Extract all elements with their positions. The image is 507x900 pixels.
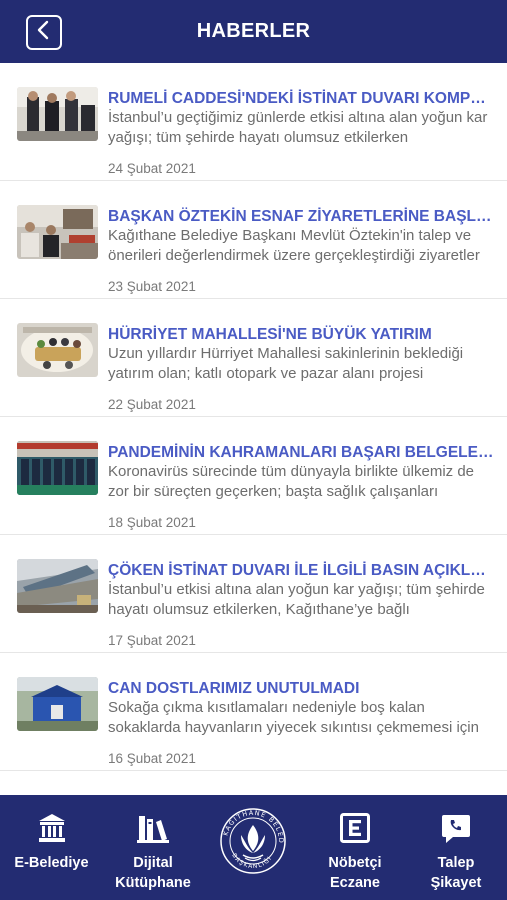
news-date: 18 Şubat 2021 (108, 515, 196, 530)
news-summary: Koronavirüs sürecinde tüm dünyayla birli… (108, 463, 475, 500)
news-text: HÜRRİYET MAHALLESİ'NE BÜYÜK YATIRIM Uzun… (108, 325, 494, 413)
bank-building-icon (38, 813, 66, 848)
books-icon (137, 813, 169, 848)
news-item[interactable]: RUMELİ CADDESİ'NDEKİ İSTİNAT DUVARI KOMP… (0, 63, 507, 181)
news-item[interactable]: ÇÖKEN İSTİNAT DUVARI İLE İLGİLİ BASIN AÇ… (0, 535, 507, 653)
news-text: CAN DOSTLARIMIZ UNUTULMADI Sokağa çıkma … (108, 679, 494, 767)
news-thumbnail (17, 323, 98, 377)
news-thumbnail (17, 559, 98, 613)
news-thumbnail (17, 677, 98, 731)
news-date: 16 Şubat 2021 (108, 751, 196, 766)
news-text: BAŞKAN ÖZTEKİN ESNAF ZİYARETLERİNE BAŞLA… (108, 207, 494, 295)
nav-nobetci-eczane[interactable]: Nöbetçi Eczane (305, 795, 405, 900)
news-summary: Sokağa çıkma kısıtlamaları nedeniyle boş… (108, 699, 479, 736)
back-button[interactable] (26, 15, 62, 50)
news-title: PANDEMİNİN KAHRAMANLARI BAŞARI BELGELERİ… (108, 444, 494, 461)
news-date: 23 Şubat 2021 (108, 279, 196, 294)
news-title: BAŞKAN ÖZTEKİN ESNAF ZİYARETLERİNE BAŞLA… (108, 208, 494, 225)
nav-label: Nöbetçi Eczane (328, 855, 382, 891)
news-thumbnail (17, 87, 98, 141)
news-summary: Uzun yıllardır Hürriyet Mahallesi sakinl… (108, 345, 464, 382)
phone-chat-icon (441, 813, 471, 850)
svg-text:BAŞKANLIĞI: BAŞKANLIĞI (230, 852, 273, 870)
news-date: 17 Şubat 2021 (108, 633, 196, 648)
news-title: RUMELİ CADDESİ'NDEKİ İSTİNAT DUVARI KOMP… (108, 90, 494, 107)
nav-label: Talep Şikayet (430, 855, 482, 891)
news-date: 22 Şubat 2021 (108, 397, 196, 412)
news-date: 24 Şubat 2021 (108, 161, 196, 176)
news-thumbnail (17, 441, 98, 495)
news-item[interactable]: HÜRRİYET MAHALLESİ'NE BÜYÜK YATIRIM Uzun… (0, 299, 507, 417)
news-title: CAN DOSTLARIMIZ UNUTULMADI (108, 680, 360, 697)
news-item[interactable]: BAŞKAN ÖZTEKİN ESNAF ZİYARETLERİNE BAŞLA… (0, 181, 507, 299)
news-text: ÇÖKEN İSTİNAT DUVARI İLE İLGİLİ BASIN AÇ… (108, 561, 494, 649)
news-list: RUMELİ CADDESİ'NDEKİ İSTİNAT DUVARI KOMP… (0, 63, 507, 795)
news-item[interactable]: CAN DOSTLARIMIZ UNUTULMADI Sokağa çıkma … (0, 653, 507, 771)
municipality-logo-icon[interactable]: KAĞITHANE BELEDİYE BAŞKANLIĞI (213, 798, 289, 877)
news-item[interactable]: PANDEMİNİN KAHRAMANLARI BAŞARI BELGELERİ… (0, 417, 507, 535)
news-thumbnail (17, 205, 98, 259)
page-title: HABERLER (196, 20, 311, 42)
pharmacy-e-icon (340, 813, 370, 848)
news-summary: İstanbul’u geçtiğimiz günlerde etkisi al… (108, 109, 488, 146)
news-title: HÜRRİYET MAHALLESİ'NE BÜYÜK YATIRIM (108, 326, 432, 343)
nav-label: E-Belediye (14, 855, 89, 871)
news-title: ÇÖKEN İSTİNAT DUVARI İLE İLGİLİ BASIN AÇ… (108, 562, 494, 579)
nav-dijital-kutuphane[interactable]: Dijital Kütüphane (103, 795, 203, 900)
bottom-navigation: E-Belediye Dijital Kütüphane KAĞITHANE B… (0, 795, 507, 900)
nav-talep-sikayet[interactable]: Talep Şikayet (405, 795, 507, 900)
chevron-left-icon (36, 20, 52, 45)
nav-label: Dijital Kütüphane (115, 855, 191, 891)
news-summary: İstanbul’u etkisi altına alan yoğun kar … (108, 581, 485, 618)
news-summary: Kağıthane Belediye Başkanı Mevlüt Özteki… (108, 227, 480, 264)
news-text: PANDEMİNİN KAHRAMANLARI BAŞARI BELGELERİ… (108, 443, 494, 531)
app-header: HABERLER (0, 0, 507, 63)
nav-e-belediye[interactable]: E-Belediye (0, 795, 103, 900)
news-text: RUMELİ CADDESİ'NDEKİ İSTİNAT DUVARI KOMP… (108, 89, 494, 177)
